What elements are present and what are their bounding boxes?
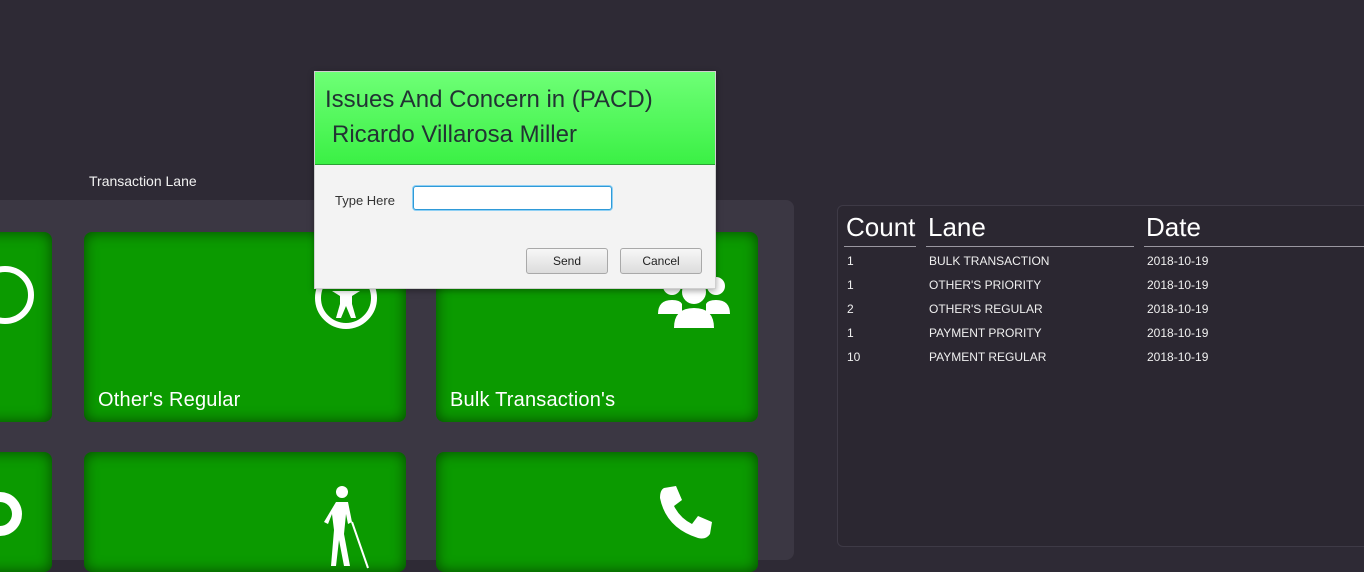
cancel-button[interactable]: Cancel <box>620 248 702 274</box>
transaction-log-panel <box>837 205 1364 547</box>
concern-input[interactable] <box>413 186 612 210</box>
blind-person-icon <box>324 486 369 569</box>
lane-tile-left-top[interactable] <box>0 232 52 422</box>
count-header: Count <box>846 212 916 242</box>
date-header: Date <box>1146 212 1201 242</box>
header-divider <box>926 246 1134 247</box>
dialog-header: Issues And Concern in (PACD) Ricardo Vil… <box>315 72 715 165</box>
lane-tile-phone[interactable] <box>436 452 758 572</box>
type-here-label: Type Here <box>335 193 395 208</box>
tile-label: Bulk Transaction's <box>450 389 616 411</box>
person-icon <box>0 492 22 536</box>
lane-tile-left-bottom[interactable] <box>0 452 52 572</box>
phone-icon <box>660 486 712 539</box>
lane-header: Lane <box>928 212 986 242</box>
dialog-subtitle: Ricardo Villarosa Miller <box>332 121 577 148</box>
lane-tile-blind-priority[interactable] <box>84 452 406 572</box>
send-button[interactable]: Send <box>526 248 608 274</box>
dialog-title: Issues And Concern in (PACD) <box>325 86 653 113</box>
header-divider <box>1144 246 1364 247</box>
tile-label: Other's Regular <box>98 389 241 411</box>
lane-caption: Transaction Lane <box>89 173 197 189</box>
person-icon <box>0 266 34 324</box>
header-divider <box>844 246 916 247</box>
issues-dialog: Issues And Concern in (PACD) Ricardo Vil… <box>314 71 716 289</box>
